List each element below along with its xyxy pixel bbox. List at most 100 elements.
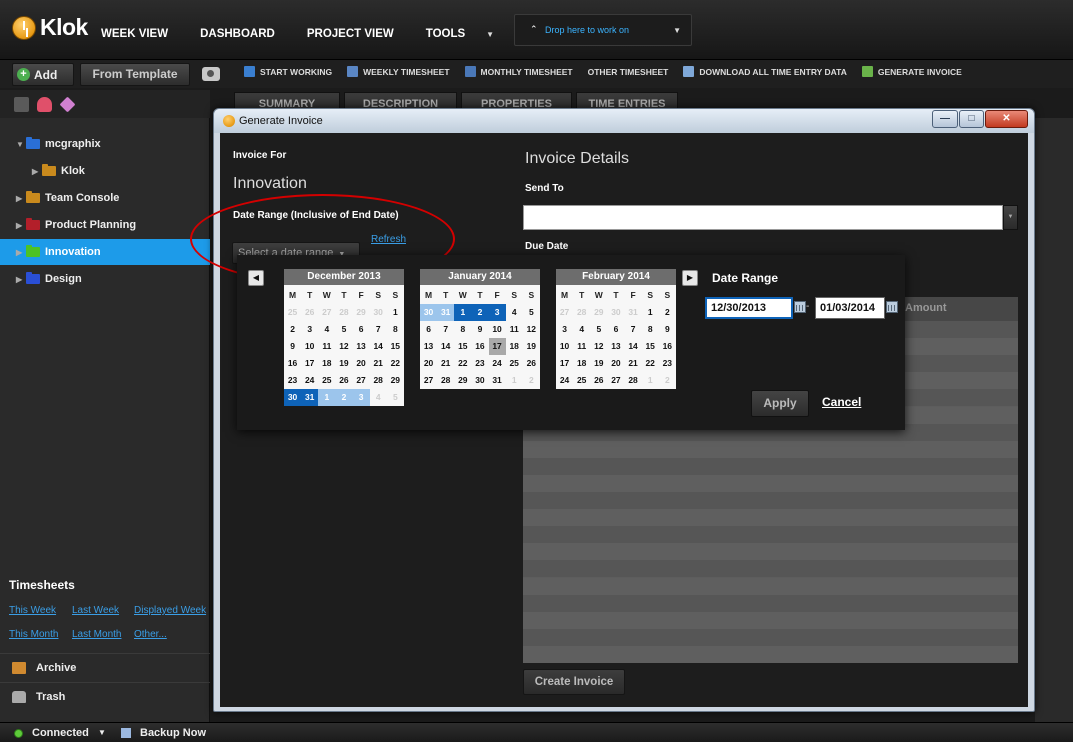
calendar-day[interactable]: 1 (387, 304, 404, 321)
timesheet-link-last-week[interactable]: Last Week (72, 605, 119, 616)
toolbar-start-working-button[interactable]: START WORKING (244, 66, 332, 77)
tree-item-design[interactable]: ▶ Design (0, 266, 210, 292)
calendar-day[interactable]: 13 (353, 338, 370, 355)
create-invoice-button[interactable]: Create Invoice (523, 669, 625, 695)
calendar-day[interactable]: 14 (625, 338, 642, 355)
calendar-day[interactable]: 12 (590, 338, 607, 355)
calendar-day[interactable]: 29 (353, 304, 370, 321)
calendar-day[interactable]: 3 (352, 389, 370, 406)
calendar-day[interactable]: 29 (454, 372, 471, 389)
tag-icon[interactable] (59, 96, 76, 113)
triangle-right-icon[interactable]: ▶ (16, 221, 26, 230)
calendar-day[interactable]: 10 (301, 338, 318, 355)
calendar-day[interactable]: 30 (420, 304, 438, 321)
calendar-day[interactable]: 22 (454, 355, 471, 372)
calendar-day[interactable]: 31 (625, 304, 642, 321)
toolbar-download-all-time-entry-data-button[interactable]: DOWNLOAD ALL TIME ENTRY DATA (683, 66, 847, 77)
calendar-day[interactable]: 25 (318, 372, 335, 389)
calendar-day[interactable]: 21 (625, 355, 642, 372)
calendar-day[interactable]: 23 (284, 372, 301, 389)
minimize-button[interactable]: — (932, 110, 958, 128)
calendar-day[interactable]: 30 (284, 389, 302, 406)
calendar-day[interactable]: 27 (556, 304, 573, 321)
toolbar-weekly-timesheet-button[interactable]: WEEKLY TIMESHEET (347, 66, 450, 77)
calendar-day[interactable]: 25 (284, 304, 301, 321)
calendar-day[interactable]: 24 (301, 372, 318, 389)
calendar-day[interactable]: 4 (573, 321, 590, 338)
calendar-day[interactable]: 28 (437, 372, 454, 389)
add-button[interactable]: + Add (12, 63, 74, 86)
calendar-day[interactable]: 20 (420, 355, 437, 372)
calendar-day[interactable]: 31 (437, 304, 455, 321)
calendar-day[interactable]: 26 (590, 372, 607, 389)
calendar-day[interactable]: 13 (420, 338, 437, 355)
end-date-input[interactable]: 01/03/2014 (815, 297, 885, 319)
calendar-day[interactable]: 3 (488, 304, 506, 321)
nav-item-project-view[interactable]: PROJECT VIEW (307, 28, 410, 40)
calendar-day[interactable]: 10 (489, 321, 506, 338)
backup-now-button[interactable]: Backup Now (140, 727, 206, 739)
toolbar-generate-invoice-button[interactable]: GENERATE INVOICE (861, 66, 962, 77)
calendar-icon[interactable] (886, 301, 898, 313)
calendar-day[interactable]: 28 (625, 372, 642, 389)
next-month-button[interactable]: ▶ (682, 270, 698, 286)
calendar-day[interactable]: 5 (335, 321, 352, 338)
tree-item-product-planning[interactable]: ▶ Product Planning (0, 212, 210, 238)
calendar-day[interactable]: 2 (335, 389, 353, 406)
calendar-day[interactable]: 18 (573, 355, 590, 372)
calendar-day[interactable]: 23 (471, 355, 488, 372)
calendar-day[interactable]: 22 (642, 355, 659, 372)
tree-item-klok[interactable]: ▶ Klok (0, 158, 210, 184)
calendar-day[interactable]: 2 (284, 321, 301, 338)
amount-column-header[interactable]: Amount (905, 302, 947, 314)
calendar-day[interactable]: 15 (454, 338, 471, 355)
calendar-day[interactable]: 23 (659, 355, 676, 372)
calendar-day[interactable]: 3 (556, 321, 573, 338)
calendar-day[interactable]: 25 (506, 355, 523, 372)
calendar-day[interactable]: 24 (556, 372, 573, 389)
calendar-day[interactable]: 15 (642, 338, 659, 355)
calendar-day[interactable]: 6 (353, 321, 370, 338)
calendar-day[interactable]: 26 (523, 355, 540, 372)
connection-status[interactable]: Connected (32, 727, 89, 739)
calendar-day[interactable]: 4 (506, 304, 523, 321)
trash-item[interactable]: Trash (0, 682, 210, 710)
tree-item-team-console[interactable]: ▶ Team Console (0, 185, 210, 211)
camera-icon[interactable] (202, 67, 220, 81)
calendar-day[interactable]: 9 (471, 321, 488, 338)
calendar-day[interactable]: 7 (625, 321, 642, 338)
calendar-day[interactable]: 1 (642, 372, 659, 389)
calendar-day[interactable]: 28 (573, 304, 590, 321)
calendar-day[interactable]: 9 (284, 338, 301, 355)
calendar-day[interactable]: 18 (318, 355, 335, 372)
calendar-day[interactable]: 26 (335, 372, 352, 389)
calendar-day[interactable]: 11 (506, 321, 523, 338)
app-logo[interactable]: Klok (12, 14, 88, 41)
calendar-day[interactable]: 22 (387, 355, 404, 372)
calendar-day[interactable]: 15 (387, 338, 404, 355)
calendar-day[interactable]: 11 (573, 338, 590, 355)
calendar-day[interactable]: 27 (420, 372, 437, 389)
triangle-right-icon[interactable]: ▶ (16, 275, 26, 284)
calendar-day[interactable]: 28 (335, 304, 352, 321)
tree-item-innovation[interactable]: ▶ Innovation (0, 239, 210, 265)
calendar-day[interactable]: 21 (437, 355, 454, 372)
calendar-day[interactable]: 10 (556, 338, 573, 355)
calendar-day[interactable]: 12 (335, 338, 352, 355)
calendar-day[interactable]: 2 (471, 304, 489, 321)
drop-zone[interactable]: ⌃ Drop here to work on ▼ (514, 14, 692, 46)
calendar-day[interactable]: 21 (370, 355, 387, 372)
previous-month-button[interactable]: ◀ (248, 270, 264, 286)
calendar-day[interactable]: 1 (318, 389, 336, 406)
calendar-day[interactable]: 30 (471, 372, 488, 389)
calendar-day[interactable]: 27 (318, 304, 335, 321)
toolbar-monthly-timesheet-button[interactable]: MONTHLY TIMESHEET (464, 66, 573, 77)
triangle-right-icon[interactable]: ▶ (16, 194, 26, 203)
calendar-day[interactable]: 7 (370, 321, 387, 338)
calendar-day[interactable]: 30 (370, 304, 387, 321)
calendar-day[interactable]: 27 (607, 372, 624, 389)
calendar-day[interactable]: 25 (573, 372, 590, 389)
calendar-day[interactable]: 14 (370, 338, 387, 355)
calendar-day[interactable]: 26 (301, 304, 318, 321)
timesheet-link-last-month[interactable]: Last Month (72, 629, 121, 640)
